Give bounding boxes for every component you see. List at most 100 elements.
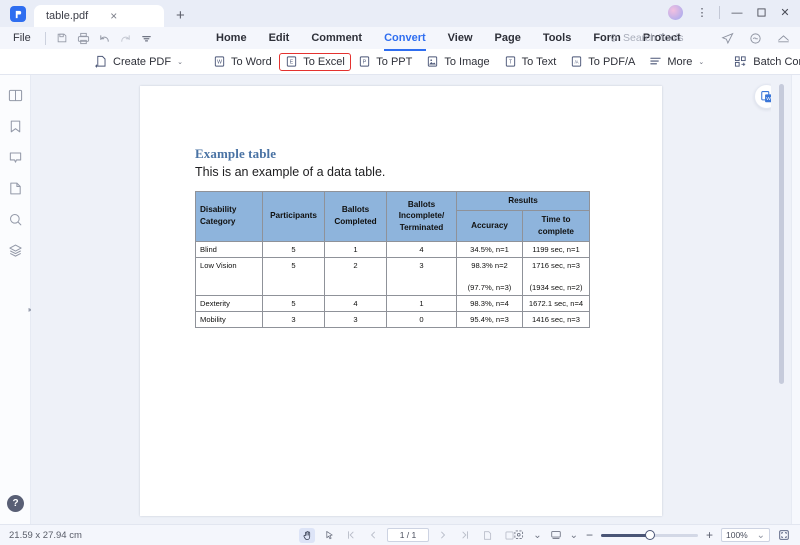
menu-item-home[interactable]: Home xyxy=(205,29,258,48)
zoom-level-select[interactable]: 100% ⌄ xyxy=(721,528,770,542)
layers-icon[interactable] xyxy=(6,241,24,259)
menu-item-page[interactable]: Page xyxy=(484,29,532,48)
menu-item-edit[interactable]: Edit xyxy=(258,29,301,48)
more-icon xyxy=(650,57,662,65)
chevron-down-icon[interactable]: ⌄ xyxy=(533,530,541,541)
share-icon[interactable] xyxy=(718,30,737,47)
undo-icon[interactable] xyxy=(95,30,114,47)
upload-icon[interactable] xyxy=(774,30,793,47)
menu-bar: File Home Edit Comment Convert View Page… xyxy=(0,27,800,51)
zoom-slider-fill xyxy=(600,533,649,537)
menu-item-tools[interactable]: Tools xyxy=(532,29,583,48)
page-display-mode-icon[interactable] xyxy=(548,528,564,543)
customize-caret-icon[interactable] xyxy=(137,30,156,47)
to-pdfa-button[interactable]: /A To PDF/A xyxy=(563,52,642,71)
print-icon[interactable] xyxy=(74,30,93,47)
page-title: Example table xyxy=(195,146,277,161)
more-button[interactable]: More ⌄ xyxy=(642,52,711,71)
menu-item-convert[interactable]: Convert xyxy=(373,29,437,51)
close-button[interactable]: ✕ xyxy=(774,3,796,22)
save-icon[interactable] xyxy=(53,30,72,47)
create-pdf-label: Create PDF xyxy=(113,55,172,68)
to-image-label: To Image xyxy=(444,55,490,68)
menu-item-comment[interactable]: Comment xyxy=(300,29,373,48)
first-page-button[interactable] xyxy=(343,528,359,543)
chevron-down-icon[interactable]: ⌄ xyxy=(570,530,578,541)
last-page-button[interactable] xyxy=(457,528,473,543)
to-word-quick-icon[interactable]: W xyxy=(754,84,771,109)
batch-convert-label: Batch Convert xyxy=(753,55,800,68)
snapshot-tool-icon[interactable] xyxy=(511,528,527,543)
menu-item-view[interactable]: View xyxy=(437,29,484,48)
minimize-button[interactable]: — xyxy=(726,3,748,22)
zoom-slider[interactable] xyxy=(600,530,698,540)
vertical-scrollbar[interactable] xyxy=(779,84,784,384)
document-tab[interactable]: table.pdf × xyxy=(34,5,164,27)
zoom-controls: ⌄ ⌄ − + 100% ⌄ xyxy=(511,528,792,543)
batch-convert-button[interactable]: Batch Convert xyxy=(727,52,800,71)
prev-page-button[interactable] xyxy=(365,528,381,543)
more-options-icon[interactable]: ⋮ xyxy=(691,3,713,22)
app-logo-icon xyxy=(10,6,26,22)
search-tools[interactable]: Search Tools xyxy=(608,32,684,44)
page-navigation-group: 1 / 1 xyxy=(299,527,517,543)
avatar[interactable] xyxy=(668,5,683,20)
cell-participants: 3 xyxy=(262,310,325,328)
page-indicator[interactable]: 1 / 1 xyxy=(387,528,429,542)
title-bar: table.pdf × + ⋮ — ✕ xyxy=(0,0,800,27)
document-viewer[interactable]: W Example table This is an example of a … xyxy=(31,75,771,524)
window-controls: ⋮ — ✕ xyxy=(668,3,796,22)
tab-close-icon[interactable]: × xyxy=(110,9,117,23)
svg-text:P: P xyxy=(363,60,367,66)
to-text-icon: T xyxy=(505,56,515,67)
thumbnails-panel-icon[interactable] xyxy=(6,86,24,104)
status-bar: 21.59 x 27.94 cm 1 / 1 ⌄ ⌄ − + 100% ⌄ xyxy=(0,524,800,545)
to-text-label: To Text xyxy=(521,55,557,68)
batch-convert-icon xyxy=(735,56,746,67)
zoom-slider-knob[interactable] xyxy=(644,530,655,540)
divider xyxy=(719,6,720,19)
chevron-down-icon[interactable]: ⌄ xyxy=(698,58,704,66)
help-button[interactable]: ? xyxy=(7,495,24,512)
cell-incomplete: 4 xyxy=(386,240,457,258)
cloud-icon[interactable] xyxy=(746,30,765,47)
redo-icon[interactable] xyxy=(116,30,135,47)
bookmark-icon[interactable] xyxy=(6,117,24,135)
chevron-down-icon[interactable]: ⌄ xyxy=(177,58,183,66)
to-excel-button[interactable]: E To Excel xyxy=(278,52,352,71)
to-text-button[interactable]: T To Text xyxy=(497,52,564,71)
document-content: Example table This is an example of a da… xyxy=(140,86,662,328)
create-pdf-button[interactable]: Create PDF ⌄ xyxy=(88,52,190,71)
comment-icon[interactable] xyxy=(6,148,24,166)
cell-incomplete: 1 xyxy=(386,294,457,312)
select-tool-icon[interactable] xyxy=(321,528,337,543)
chevron-down-icon[interactable]: ⌄ xyxy=(757,530,765,541)
to-ppt-button[interactable]: P To PPT xyxy=(351,52,419,71)
page-icon[interactable] xyxy=(6,179,24,197)
zoom-slider-track[interactable] xyxy=(600,530,698,540)
new-tab-button[interactable]: + xyxy=(176,7,185,24)
maximize-button[interactable] xyxy=(750,3,772,22)
hand-tool-icon[interactable] xyxy=(299,527,315,543)
fit-screen-icon[interactable] xyxy=(776,528,792,543)
zoom-level-value: 100% xyxy=(726,530,748,540)
cell-category: Low Vision xyxy=(195,256,263,296)
file-menu[interactable]: File xyxy=(6,30,38,46)
cell-accuracy: 98.3%, n=4 xyxy=(456,294,523,312)
table-row: Low Vision 5 2 3 98.3% n=2 (97.7%, n=3) … xyxy=(195,256,591,296)
cell-time: 1672.1 sec, n=4 xyxy=(521,294,591,312)
to-image-button[interactable]: To Image xyxy=(419,52,496,71)
zoom-in-button[interactable]: + xyxy=(706,528,713,542)
th-participants: Participants xyxy=(262,191,325,242)
next-page-button[interactable] xyxy=(435,528,451,543)
to-ppt-label: To PPT xyxy=(376,55,413,68)
th-time-to-complete: Time to complete xyxy=(521,209,591,242)
to-pdfa-label: To PDF/A xyxy=(588,55,636,68)
to-word-button[interactable]: W To Word xyxy=(206,52,279,71)
zoom-out-button[interactable]: − xyxy=(586,528,593,542)
convert-ribbon: Create PDF ⌄ W To Word E To Excel P To P… xyxy=(0,49,800,75)
search-icon[interactable] xyxy=(6,210,24,228)
single-page-view-icon[interactable] xyxy=(479,528,495,543)
pdf-page: W Example table This is an example of a … xyxy=(140,84,771,516)
to-excel-label: To Excel xyxy=(303,55,345,68)
